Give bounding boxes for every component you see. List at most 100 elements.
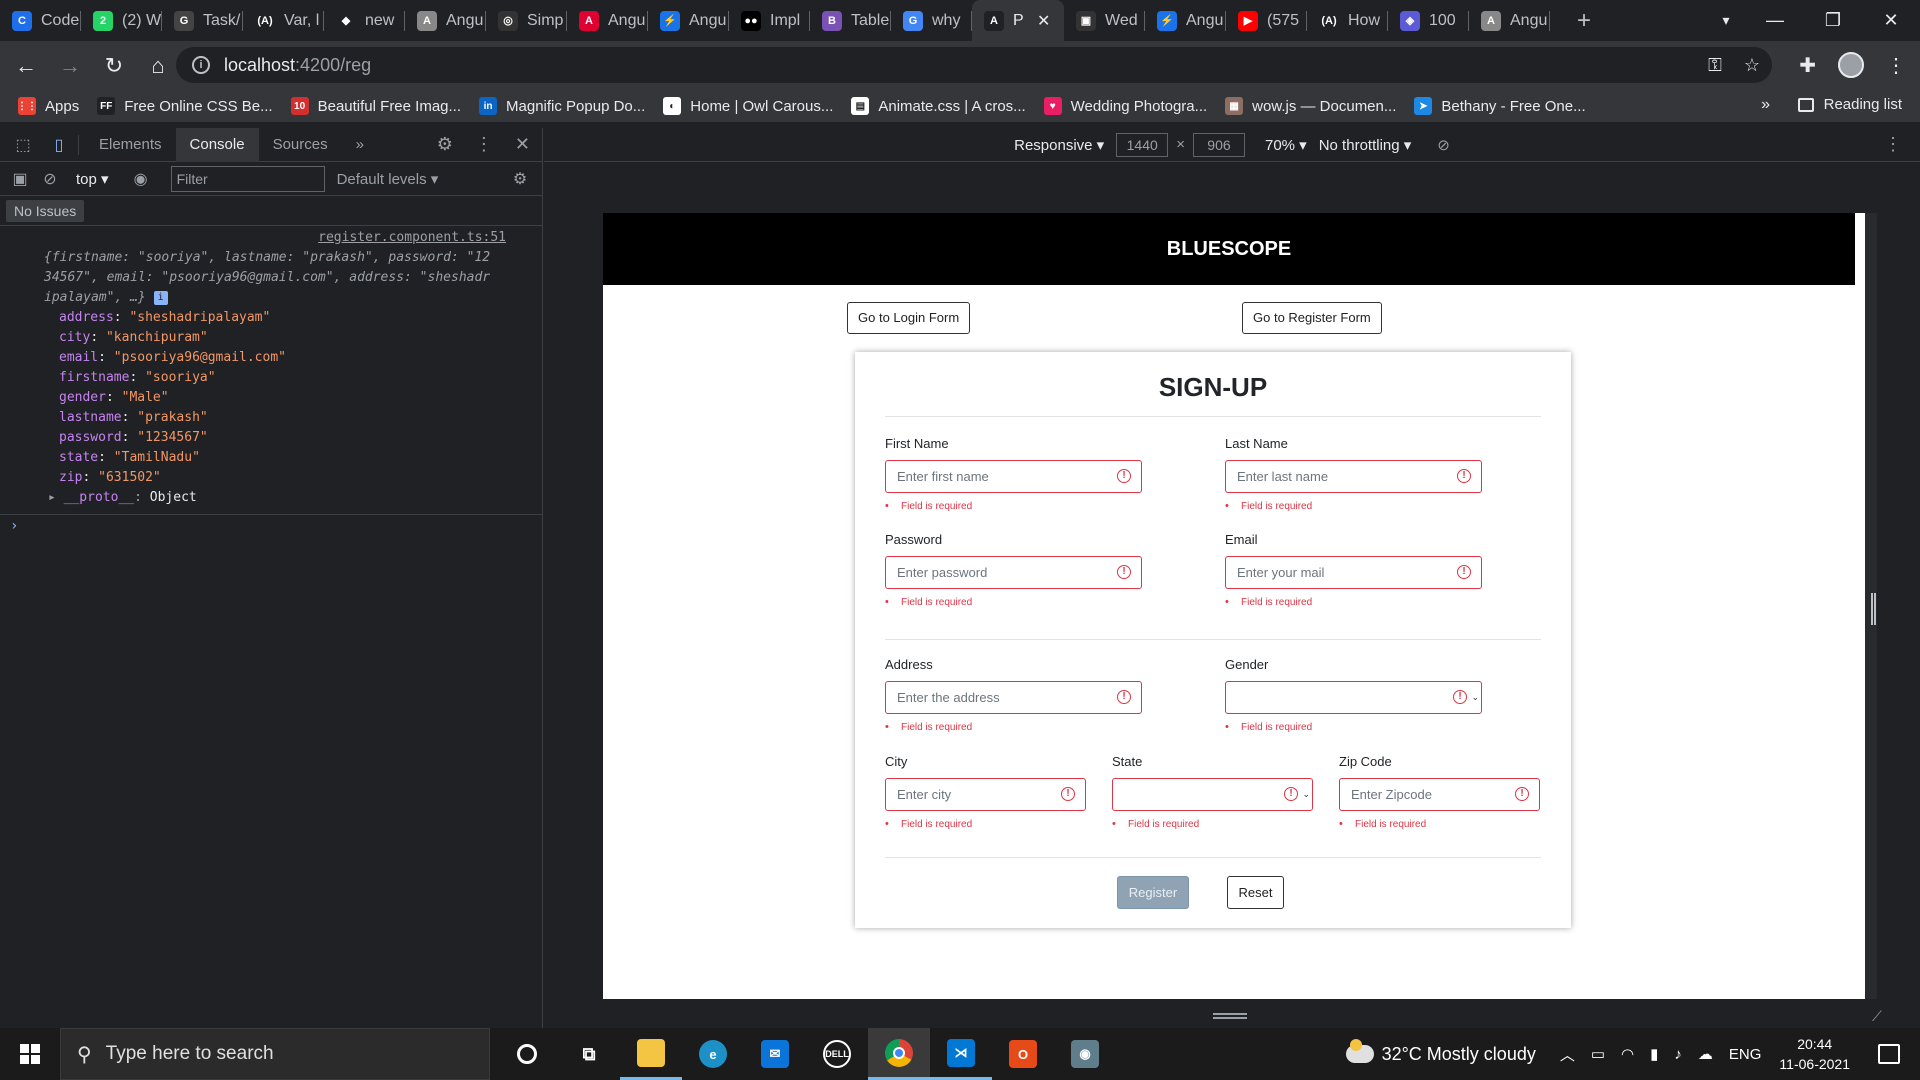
battery-saver-icon[interactable]: ▭ — [1591, 1045, 1605, 1063]
key-icon[interactable]: ⚿ — [1708, 55, 1722, 76]
camera-icon[interactable]: ◉ — [1054, 1028, 1116, 1080]
corner-resize-handle-icon[interactable]: ⟋ — [1872, 1008, 1882, 1025]
lastname-input[interactable]: Enter last name! — [1225, 460, 1482, 493]
city-input[interactable]: Enter city! — [885, 778, 1086, 811]
bookmark-item[interactable]: ▦ wow.js — Documen... — [1225, 97, 1396, 115]
browser-tab[interactable]: ▣ Wed — [1064, 0, 1145, 41]
chevron-up-icon[interactable]: ︿ — [1560, 1044, 1575, 1065]
close-devtools-icon[interactable]: ✕ — [515, 134, 530, 155]
minimize-button[interactable]: — — [1746, 10, 1804, 31]
bookmarks-overflow-icon[interactable]: » — [1761, 96, 1770, 114]
tab-elements[interactable]: Elements — [85, 128, 176, 162]
back-icon[interactable]: ← — [8, 48, 44, 84]
object-property[interactable]: firstname: "sooriya" — [0, 368, 542, 388]
bookmark-item[interactable]: in Magnific Popup Do... — [479, 97, 645, 115]
object-property[interactable]: password: "1234567" — [0, 428, 542, 448]
new-tab-button[interactable]: + — [1564, 7, 1604, 35]
height-input[interactable]: 906 — [1192, 132, 1245, 157]
file-explorer-icon[interactable] — [620, 1028, 682, 1080]
bookmark-item[interactable]: FF Free Online CSS Be... — [97, 97, 273, 115]
object-property[interactable]: zip: "631502" — [0, 468, 542, 488]
task-view-icon[interactable]: ⧉ — [558, 1028, 620, 1080]
source-link[interactable]: register.component.ts:51 — [0, 228, 542, 248]
onedrive-icon[interactable]: ☁ — [1698, 1045, 1713, 1063]
browser-tab[interactable]: ◆ new — [324, 0, 405, 41]
object-property[interactable]: gender: "Male" — [0, 388, 542, 408]
more-tabs-icon[interactable]: » — [342, 128, 378, 162]
chrome-menu-icon[interactable]: ⋮ — [1886, 53, 1906, 78]
sidebar-toggle-icon[interactable]: ▣ — [10, 169, 30, 189]
weather-widget[interactable]: 32°C Mostly cloudy — [1345, 1039, 1536, 1065]
reading-list-button[interactable]: Reading list — [1797, 96, 1902, 113]
clock[interactable]: 20:44 11-06-2021 — [1779, 1034, 1850, 1074]
mail-icon[interactable]: ✉ — [744, 1028, 806, 1080]
throttling-select[interactable]: No throttling ▾ — [1319, 136, 1412, 154]
wifi-icon[interactable]: ◠ — [1621, 1045, 1634, 1063]
device-menu-icon[interactable]: ⋮ — [1884, 134, 1902, 155]
browser-tab[interactable]: C Code — [0, 0, 81, 41]
bookmark-star-icon[interactable]: ☆ — [1744, 55, 1760, 76]
zoom-select[interactable]: 70% ▾ — [1265, 136, 1307, 154]
console-filter-input[interactable]: Filter — [170, 165, 325, 192]
object-summary-line[interactable]: ▼34567", email: "psooriya96@gmail.com", … — [0, 268, 542, 288]
console-prompt[interactable]: › — [0, 515, 542, 537]
right-resize-handle-icon[interactable] — [1871, 593, 1876, 625]
proto-line[interactable]: ▸ __proto__: Object — [0, 488, 542, 508]
browser-tab[interactable]: A Angu — [405, 0, 486, 41]
forward-icon[interactable]: → — [52, 48, 88, 84]
chrome-icon[interactable] — [868, 1028, 930, 1080]
browser-tab[interactable]: A Angu — [567, 0, 648, 41]
vscode-icon[interactable]: ⋊ — [930, 1028, 992, 1080]
reload-icon[interactable]: ↻ — [96, 48, 132, 84]
address-bar[interactable]: i localhost:4200/reg ⚿ ☆ — [176, 47, 1772, 83]
browser-tab[interactable]: (A) Var, l — [243, 0, 324, 41]
bookmark-item[interactable]: ▤ Animate.css | A cros... — [851, 97, 1026, 115]
firstname-input[interactable]: Enter first name! — [885, 460, 1142, 493]
browser-tab[interactable]: ▶ (575 — [1226, 0, 1307, 41]
bookmark-item[interactable]: ♥ Wedding Photogra... — [1043, 97, 1207, 115]
browser-tab[interactable]: ●● Impl — [729, 0, 810, 41]
browser-tab[interactable]: ⚡ Angu — [648, 0, 729, 41]
tab-sources[interactable]: Sources — [259, 128, 342, 162]
live-expression-eye-icon[interactable]: ◉ — [131, 169, 151, 189]
browser-tab[interactable]: ⚡ Angu — [1145, 0, 1226, 41]
taskbar-search[interactable]: ⚲ Type here to search — [60, 1028, 490, 1080]
browser-tab[interactable]: B Table — [810, 0, 891, 41]
office-icon[interactable]: O — [992, 1028, 1054, 1080]
cortana-icon[interactable] — [496, 1028, 558, 1080]
inspect-element-icon[interactable]: ⬚ — [10, 135, 36, 155]
width-input[interactable]: 1440 — [1116, 132, 1169, 157]
object-property[interactable]: lastname: "prakash" — [0, 408, 542, 428]
browser-tab[interactable]: Gwhy — [891, 0, 972, 41]
start-button[interactable] — [0, 1028, 60, 1080]
go-to-login-button[interactable]: Go to Login Form — [847, 302, 971, 334]
reset-button[interactable]: Reset — [1227, 876, 1284, 909]
register-button[interactable]: Register — [1117, 876, 1189, 909]
log-levels-dropdown[interactable]: Default levels ▾ — [337, 170, 439, 188]
volume-icon[interactable]: ♪ — [1674, 1046, 1682, 1063]
home-icon[interactable]: ⌂ — [140, 48, 176, 84]
issues-button[interactable]: No Issues — [6, 199, 85, 222]
battery-icon[interactable]: ▮ — [1650, 1045, 1658, 1063]
gender-select[interactable]: ! ⌄ — [1225, 681, 1482, 714]
tab-console[interactable]: Console — [175, 127, 259, 162]
state-select[interactable]: ! ⌄ — [1112, 778, 1313, 811]
bottom-resize-handle-icon[interactable] — [1213, 1013, 1247, 1019]
profile-avatar[interactable] — [1838, 52, 1864, 78]
edge-icon[interactable]: e — [682, 1028, 744, 1080]
object-property[interactable]: address: "sheshadripalayam" — [0, 308, 542, 328]
object-property[interactable]: city: "kanchipuram" — [0, 328, 542, 348]
zip-input[interactable]: Enter Zipcode! — [1339, 778, 1540, 811]
browser-tab[interactable]: ◈ 100 — [1388, 0, 1469, 41]
address-input[interactable]: Enter the address! — [885, 681, 1142, 714]
device-select[interactable]: Responsive ▾ — [1014, 136, 1104, 154]
password-input[interactable]: Enter password! — [885, 556, 1142, 589]
context-select[interactable]: top ▾ — [76, 170, 109, 188]
close-tab-icon[interactable]: ✕ — [1037, 11, 1050, 31]
site-info-icon[interactable]: i — [192, 56, 210, 74]
console-settings-gear-icon[interactable]: ⚙ — [510, 169, 530, 189]
object-property[interactable]: email: "psooriya96@gmail.com" — [0, 348, 542, 368]
notifications-icon[interactable] — [1878, 1044, 1900, 1064]
tab-search-icon[interactable]: ▾ — [1706, 12, 1746, 29]
object-property[interactable]: state: "TamilNadu" — [0, 448, 542, 468]
